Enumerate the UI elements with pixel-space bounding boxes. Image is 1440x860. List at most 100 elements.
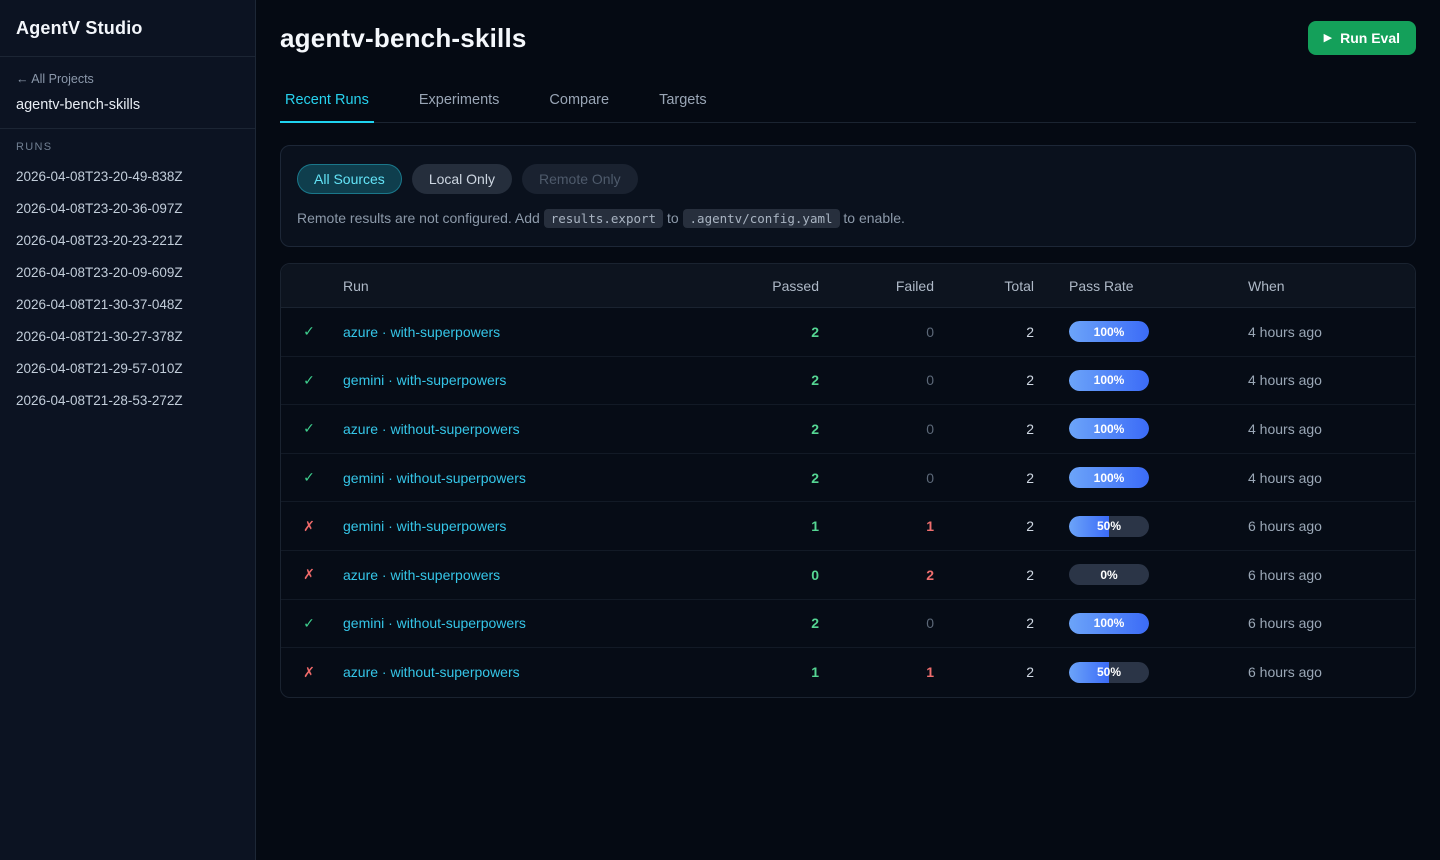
run-name-cell: gemini · without-superpowers <box>337 470 735 486</box>
failed-count: 0 <box>825 372 940 388</box>
pass-rate-label: 50% <box>1097 665 1121 679</box>
note-text: to <box>663 210 682 226</box>
pass-rate-label: 0% <box>1100 568 1117 582</box>
failed-count: 0 <box>825 324 940 340</box>
pass-rate-pill: 100% <box>1069 613 1149 634</box>
sidebar-run-item[interactable]: 2026-04-08T23-20-09-609Z <box>16 256 239 288</box>
passed-count: 1 <box>735 664 825 680</box>
sidebar-runs-list: 2026-04-08T23-20-49-838Z2026-04-08T23-20… <box>16 160 239 416</box>
run-name-cell: gemini · with-superpowers <box>337 518 735 534</box>
run-link[interactable]: gemini · with-superpowers <box>343 518 506 534</box>
run-link[interactable]: gemini · with-superpowers <box>343 372 506 388</box>
total-count: 2 <box>940 324 1040 340</box>
passed-count: 2 <box>735 324 825 340</box>
sidebar-run-item[interactable]: 2026-04-08T21-30-27-378Z <box>16 320 239 352</box>
sidebar-run-item[interactable]: 2026-04-08T23-20-49-838Z <box>16 160 239 192</box>
total-count: 2 <box>940 470 1040 486</box>
when-cell: 6 hours ago <box>1235 615 1415 631</box>
run-eval-button[interactable]: ▶ Run Eval <box>1308 21 1416 55</box>
run-name-cell: gemini · with-superpowers <box>337 372 735 388</box>
tab-targets[interactable]: Targets <box>654 82 712 123</box>
filter-pill-local-only[interactable]: Local Only <box>412 164 512 194</box>
source-filter-card: All Sources Local Only Remote Only Remote … <box>280 145 1416 247</box>
pass-rate-pill: 100% <box>1069 321 1149 342</box>
pass-rate-label: 100% <box>1094 471 1125 485</box>
when-cell: 6 hours ago <box>1235 518 1415 534</box>
sidebar-run-item[interactable]: 2026-04-08T21-30-37-048Z <box>16 288 239 320</box>
run-link[interactable]: azure · with-superpowers <box>343 567 500 583</box>
passed-count: 2 <box>735 615 825 631</box>
table-row: ✓ azure · with-superpowers 202 100% 4 hours … <box>281 308 1415 357</box>
when-cell: 6 hours ago <box>1235 664 1415 680</box>
col-total-header: Total <box>940 278 1040 294</box>
check-icon: ✓ <box>281 420 337 437</box>
table-row: ✓gemini · without-superpowers202100%6 ho… <box>281 600 1415 649</box>
runs-table: Run Passed Failed Total Pass Rate When ✓… <box>280 263 1416 698</box>
project-block: ← All Projects agentv-bench-skills <box>0 57 255 129</box>
col-run-header: Run <box>337 278 735 294</box>
run-link[interactable]: azure · without-superpowers <box>343 664 520 680</box>
total-count: 2 <box>940 567 1040 583</box>
table-row: ✗azure · with-superpowers0220%6 hours ag… <box>281 551 1415 600</box>
pass-rate-label: 100% <box>1094 373 1125 387</box>
filter-pill-remote-only: Remote Only <box>522 164 638 194</box>
tab-recent-runs[interactable]: Recent Runs <box>280 82 374 123</box>
code-chip-config-yaml: .agentv/config.yaml <box>683 209 840 228</box>
run-link[interactable]: azure · without-superpowers <box>343 421 520 437</box>
topbar: agentv-bench-skills ▶ Run Eval <box>280 0 1416 55</box>
passed-count: 2 <box>735 421 825 437</box>
run-link[interactable]: gemini · without-superpowers <box>343 615 526 631</box>
sidebar: AgentV Studio ← All Projects agentv-benc… <box>0 0 256 860</box>
col-pass-rate-header: Pass Rate <box>1040 278 1235 294</box>
failed-count: 0 <box>825 470 940 486</box>
run-link[interactable]: azure · with-superpowers <box>343 324 500 340</box>
page-title: agentv-bench-skills <box>280 23 527 54</box>
pass-rate-cell: 50% <box>1040 662 1235 683</box>
when-cell: 6 hours ago <box>1235 567 1415 583</box>
sidebar-project-name: agentv-bench-skills <box>16 97 239 113</box>
total-count: 2 <box>940 664 1040 680</box>
pass-rate-cell: 100% <box>1040 613 1235 634</box>
pass-rate-cell: 50% <box>1040 516 1235 537</box>
remote-config-note: Remote results are not configured. Add r… <box>297 210 1399 226</box>
when-cell: 4 hours ago <box>1235 470 1415 486</box>
check-icon: ✓ <box>281 372 337 389</box>
total-count: 2 <box>940 421 1040 437</box>
all-projects-link[interactable]: ← All Projects <box>16 72 94 86</box>
when-cell: 4 hours ago <box>1235 324 1415 340</box>
pass-rate-pill: 50% <box>1069 662 1149 683</box>
pass-rate-cell: 100% <box>1040 418 1235 439</box>
code-chip-results-export: results.export <box>544 209 663 228</box>
cross-icon: ✗ <box>281 664 337 681</box>
table-header-row: Run Passed Failed Total Pass Rate When <box>281 264 1415 308</box>
pass-rate-cell: 100% <box>1040 321 1235 342</box>
pass-rate-label: 100% <box>1094 422 1125 436</box>
col-passed-header: Passed <box>735 278 825 294</box>
play-icon: ▶ <box>1324 33 1332 44</box>
cross-icon: ✗ <box>281 518 337 535</box>
tab-experiments[interactable]: Experiments <box>414 82 505 123</box>
when-cell: 4 hours ago <box>1235 421 1415 437</box>
check-icon: ✓ <box>281 323 337 340</box>
tab-compare[interactable]: Compare <box>544 82 614 123</box>
run-name-cell: azure · with-superpowers <box>337 324 735 340</box>
run-link[interactable]: gemini · without-superpowers <box>343 470 526 486</box>
sidebar-run-item[interactable]: 2026-04-08T23-20-23-221Z <box>16 224 239 256</box>
pass-rate-pill: 0% <box>1069 564 1149 585</box>
table-body: ✓azure · with-superpowers202100%4 hours … <box>281 308 1415 697</box>
failed-count: 1 <box>825 664 940 680</box>
failed-count: 1 <box>825 518 940 534</box>
run-name-cell: azure · without-superpowers <box>337 664 735 680</box>
app-title: AgentV Studio <box>16 18 239 39</box>
filter-pill-all-sources[interactable]: All Sources <box>297 164 402 194</box>
passed-count: 1 <box>735 518 825 534</box>
main-content: agentv-bench-skills ▶ Run Eval Recent Ru… <box>256 0 1440 698</box>
runs-block: RUNS 2026-04-08T23-20-49-838Z2026-04-08T… <box>0 129 255 428</box>
pass-rate-cell: 100% <box>1040 370 1235 391</box>
note-text: to enable. <box>840 210 905 226</box>
sidebar-run-item[interactable]: 2026-04-08T21-29-57-010Z <box>16 352 239 384</box>
tabbar: Recent Runs Experiments Compare Targets <box>280 82 1416 123</box>
pass-rate-pill: 100% <box>1069 370 1149 391</box>
sidebar-run-item[interactable]: 2026-04-08T21-28-53-272Z <box>16 384 239 416</box>
sidebar-run-item[interactable]: 2026-04-08T23-20-36-097Z <box>16 192 239 224</box>
